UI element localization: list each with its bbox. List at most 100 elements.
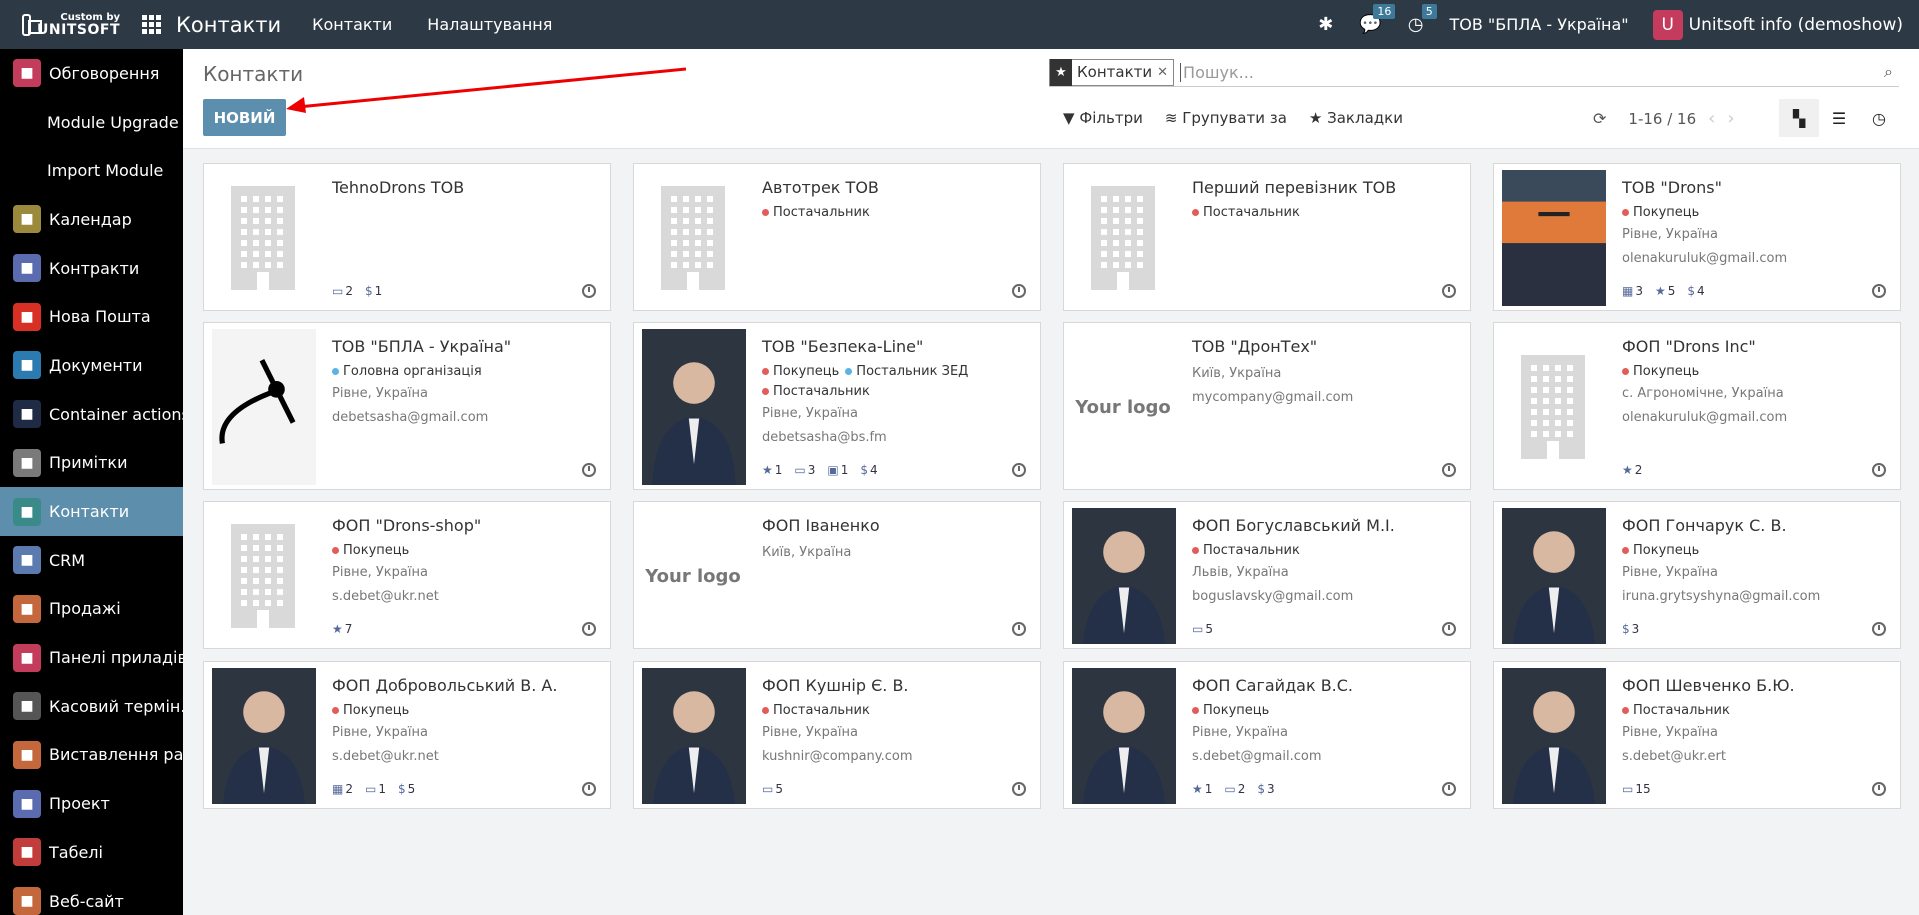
- card-stat[interactable]: ▭ 5: [762, 782, 783, 796]
- card-stat[interactable]: $5: [398, 782, 415, 796]
- card-stat[interactable]: $4: [860, 463, 877, 477]
- search-input[interactable]: Пошук...: [1180, 62, 1884, 82]
- user-avatar[interactable]: U: [1652, 9, 1683, 40]
- activity-clock-icon[interactable]: [1872, 782, 1886, 796]
- sidebar-item-2[interactable]: Import Module: [0, 146, 183, 195]
- contact-card[interactable]: ФОП Богуславський М.І. Постачальник Львів,…: [1063, 501, 1471, 649]
- sidebar-item-15[interactable]: ■ Проект: [0, 779, 183, 828]
- card-stat[interactable]: ★ 1: [1192, 782, 1212, 796]
- contact-card[interactable]: Автотрек ТОВ Постачальник: [633, 163, 1041, 311]
- refresh-icon[interactable]: ⟳: [1593, 109, 1606, 128]
- activity-clock-icon[interactable]: [1442, 622, 1456, 636]
- sidebar-item-6[interactable]: ■ Документи: [0, 341, 183, 390]
- card-stat[interactable]: ▭ 5: [1192, 622, 1213, 636]
- contact-card[interactable]: ФОП Шевченко Б.Ю. Постачальник Рівне, Укра…: [1493, 661, 1901, 809]
- card-stat[interactable]: ▭ 15: [1622, 782, 1651, 796]
- menu-contacts[interactable]: Контакти: [312, 15, 392, 34]
- contact-card[interactable]: Your logo ФОП Іваненко Київ, Україна: [633, 501, 1041, 649]
- debug-bug-icon[interactable]: ✱: [1318, 14, 1333, 35]
- sidebar-item-4[interactable]: ■ Контракти: [0, 244, 183, 293]
- activity-clock-icon[interactable]: [1012, 463, 1026, 477]
- contact-card[interactable]: TehnoDrons ТОВ ▭ 2 $1: [203, 163, 611, 311]
- card-stat[interactable]: ▭ 3: [794, 463, 815, 477]
- messages-icon[interactable]: 💬 16: [1359, 4, 1396, 35]
- contact-card[interactable]: ФОП "Drons-shop" Покупець Рівне, Україна s.…: [203, 501, 611, 649]
- card-stat[interactable]: ★ 1: [762, 463, 782, 477]
- filters-button[interactable]: ▼ Фільтри: [1063, 109, 1143, 127]
- search-icon[interactable]: ⌕: [1884, 62, 1893, 82]
- activity-clock-icon[interactable]: [1442, 782, 1456, 796]
- activity-clock-icon[interactable]: [1442, 463, 1456, 477]
- activity-clock-icon[interactable]: [582, 284, 596, 298]
- contact-card[interactable]: Your logo ТОВ "ДронТех" Київ, Україна mycom…: [1063, 322, 1471, 490]
- contact-card[interactable]: ФОП Сагайдак В.С. Покупець Рівне, Україна s…: [1063, 661, 1471, 809]
- activity-clock-icon[interactable]: [1012, 782, 1026, 796]
- pager-next-icon[interactable]: ›: [1727, 108, 1734, 129]
- sidebar-item-9[interactable]: ■ Контакти: [0, 487, 183, 536]
- activity-view-icon[interactable]: ◷: [1859, 99, 1899, 137]
- contact-card[interactable]: ФОП Добровольський В. А. Покупець Рівне, У…: [203, 661, 611, 809]
- building-placeholder-icon: [231, 186, 295, 290]
- app-menu-icon[interactable]: [142, 14, 162, 35]
- card-stat[interactable]: $1: [365, 284, 382, 298]
- activity-clock-icon[interactable]: [582, 782, 596, 796]
- contact-card[interactable]: ФОП "Drons Inc" Покупець с. Агрономічне, У…: [1493, 322, 1901, 490]
- user-menu[interactable]: Unitsoft info (demoshow): [1689, 15, 1903, 35]
- kanban-view-icon[interactable]: ▚: [1779, 99, 1819, 137]
- facet-remove-icon[interactable]: ✕: [1157, 65, 1173, 80]
- sidebar-item-14[interactable]: ■ Виставлення ра...: [0, 731, 183, 780]
- contact-card[interactable]: ФОП Гончарук С. В. Покупець Рівне, Україна…: [1493, 501, 1901, 649]
- sidebar-item-16[interactable]: ■ Табелі: [0, 828, 183, 877]
- sidebar-item-13[interactable]: ■ Касовий термін...: [0, 682, 183, 731]
- activity-clock-icon[interactable]: [1012, 622, 1026, 636]
- sidebar-item-11[interactable]: ■ Продажі: [0, 585, 183, 634]
- pager-previous-icon[interactable]: ‹: [1708, 108, 1715, 129]
- card-stat[interactable]: ★ 7: [332, 622, 352, 636]
- activity-clock-icon[interactable]: [582, 463, 596, 477]
- sidebar-item-17[interactable]: ■ Веб-сайт: [0, 877, 183, 915]
- sidebar-item-3[interactable]: ■ Календар: [0, 195, 183, 244]
- activity-clock-icon[interactable]: [1442, 284, 1456, 298]
- sidebar-item-10[interactable]: ■ CRM: [0, 536, 183, 585]
- card-stat[interactable]: $4: [1687, 284, 1704, 298]
- contact-card[interactable]: ТОВ "Drons" Покупець Рівне, Україна olenaku…: [1493, 163, 1901, 311]
- activity-clock-icon[interactable]: [1872, 284, 1886, 298]
- list-view-icon[interactable]: ☰: [1819, 99, 1859, 137]
- activity-clock-icon[interactable]: [1872, 622, 1886, 636]
- card-stat[interactable]: $3: [1257, 782, 1274, 796]
- card-stat[interactable]: ▭ 2: [332, 284, 353, 298]
- contact-card[interactable]: ФОП Кушнір Є. В. Постачальник Рівне, Украї…: [633, 661, 1041, 809]
- card-stat[interactable]: $3: [1622, 622, 1639, 636]
- activity-clock-icon[interactable]: [1012, 284, 1026, 298]
- contact-card[interactable]: Перший перевізник ТОВ Постачальник: [1063, 163, 1471, 311]
- new-button[interactable]: НОВИЙ: [203, 99, 286, 136]
- brand-logo[interactable]: Custom by UNITSOFT: [0, 0, 120, 49]
- card-icon: ▭: [364, 782, 377, 796]
- sidebar-item-0[interactable]: ■ Обговорення: [0, 49, 183, 98]
- favorites-button[interactable]: ★ Закладки: [1309, 109, 1403, 127]
- sidebar-item-12[interactable]: ■ Панелі приладів: [0, 633, 183, 682]
- stat-value: 5: [1205, 622, 1213, 636]
- tag-label: Постачальник: [773, 703, 870, 718]
- activity-clock-icon[interactable]: [582, 622, 596, 636]
- card-stat[interactable]: ▭ 1: [365, 782, 386, 796]
- sidebar-item-1[interactable]: Module Upgrade: [0, 98, 183, 147]
- activity-clock-icon[interactable]: [1872, 463, 1886, 477]
- card-stat[interactable]: ▦ 2: [332, 782, 353, 796]
- activities-clock-icon[interactable]: ◷ 5: [1408, 4, 1437, 35]
- menu-settings[interactable]: Налаштування: [427, 15, 552, 34]
- sidebar-item-8[interactable]: ■ Примітки: [0, 439, 183, 488]
- card-stat[interactable]: ▣ 1: [827, 463, 848, 477]
- card-stat[interactable]: ★ 2: [1622, 463, 1642, 477]
- pager-value[interactable]: 1-16 / 16: [1628, 110, 1696, 128]
- contact-card[interactable]: ТОВ "БПЛА - Україна" Головна організація Р…: [203, 322, 611, 490]
- group-by-button[interactable]: ≋ Групувати за: [1165, 109, 1287, 127]
- card-stat[interactable]: ★ 5: [1655, 284, 1675, 298]
- sidebar-item-5[interactable]: ■ Нова Пошта: [0, 292, 183, 341]
- sidebar-item-7[interactable]: ■ Container actions: [0, 390, 183, 439]
- card-stat[interactable]: ▭ 2: [1224, 782, 1245, 796]
- contact-card[interactable]: ТОВ "Безпека-Line" Покупець Постальник ЗЕД…: [633, 322, 1041, 490]
- company-switcher[interactable]: ТОВ "БПЛА - Україна": [1450, 15, 1629, 34]
- card-title: ФОП Сагайдак В.С.: [1192, 676, 1354, 695]
- card-stat[interactable]: ▦ 3: [1622, 284, 1643, 298]
